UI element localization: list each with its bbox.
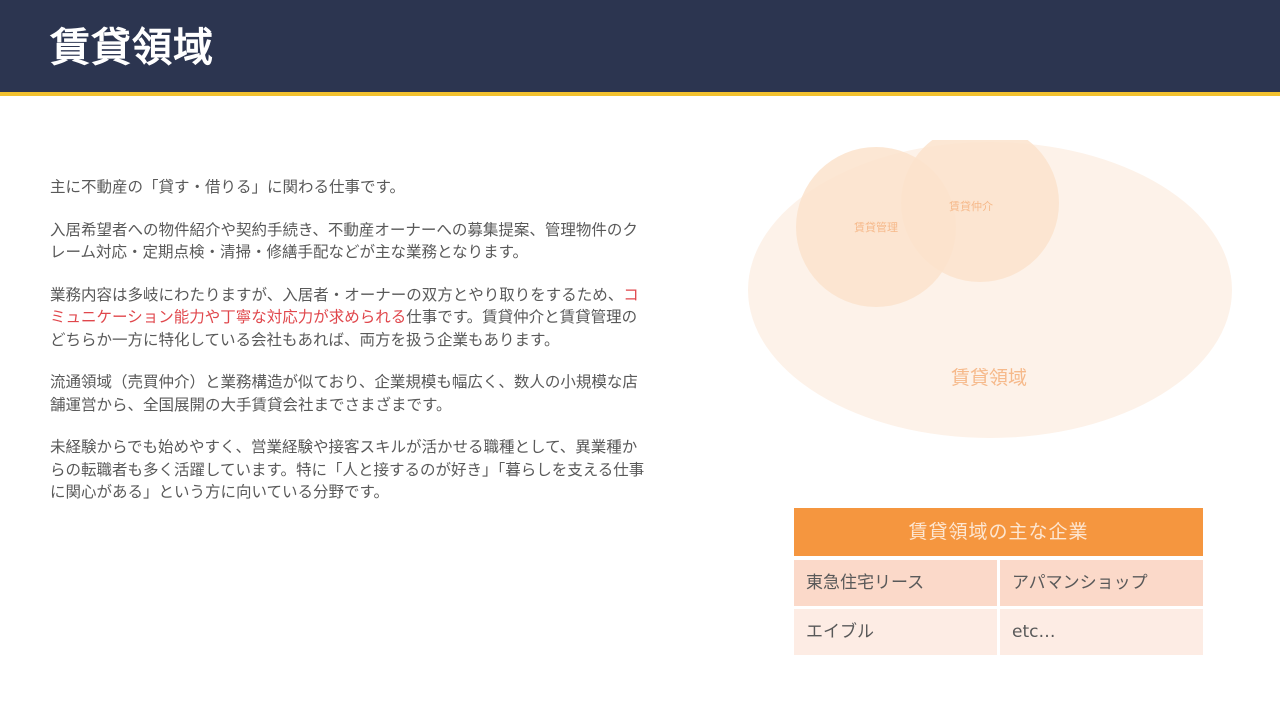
title-bar: 賃貸領域 xyxy=(0,0,1280,92)
company-cell: etc… xyxy=(1000,609,1203,655)
paragraph-intro-text: 主に不動産の「貸す・借りる」に関わる仕事です。 xyxy=(50,178,405,196)
major-companies-table: 賃貸領域の主な企業 東急住宅リース アパマンショップ エイブル etc… xyxy=(794,508,1203,658)
rental-domain-label: 賃貸領域 xyxy=(951,367,1027,389)
rental-domain-venn-diagram: 賃貸管理 賃貸仲介 賃貸領域 xyxy=(748,140,1232,438)
paragraph-intro: 主に不動産の「貸す・借りる」に関わる仕事です。 xyxy=(50,176,650,199)
paragraph-industry: 流通領域（売買仲介）と業務構造が似ており、企業規模も幅広く、数人の小規模な店舗運… xyxy=(50,371,650,416)
paragraph-duties: 入居希望者への物件紹介や契約手続き、不動産オーナーへの募集提案、管理物件のクレー… xyxy=(50,219,650,264)
paragraph-skills-text-start: 業務内容は多岐にわたりますが、入居者・オーナーの双方とやり取りをするため、 xyxy=(50,285,624,304)
paragraph-career: 未経験からでも始めやすく、営業経験や接客スキルが活かせる職種として、異業種からの… xyxy=(50,436,650,504)
table-row: 東急住宅リース アパマンショップ xyxy=(794,560,1203,606)
title-underline xyxy=(0,92,1280,96)
rental-management-label: 賃貸管理 xyxy=(854,220,898,234)
table-row: エイブル etc… xyxy=(794,609,1203,655)
company-cell: エイブル xyxy=(794,609,997,655)
paragraph-duties-text: 入居希望者への物件紹介や契約手続き、不動産オーナーへの募集提案、管理物件のクレー… xyxy=(50,220,638,262)
paragraph-skills: 業務内容は多岐にわたりますが、入居者・オーナーの双方とやり取りをするため、コミュ… xyxy=(50,284,650,352)
page-title: 賃貸領域 xyxy=(50,25,214,71)
description-text: 主に不動産の「貸す・借りる」に関わる仕事です。 入居希望者への物件紹介や契約手続… xyxy=(50,176,650,524)
major-companies-header: 賃貸領域の主な企業 xyxy=(794,508,1203,556)
rental-brokerage-label: 賃貸仲介 xyxy=(949,199,993,213)
company-cell: 東急住宅リース xyxy=(794,560,997,606)
company-cell: アパマンショップ xyxy=(1000,560,1203,606)
paragraph-career-text: 未経験からでも始めやすく、営業経験や接客スキルが活かせる職種として、異業種からの… xyxy=(50,438,645,501)
paragraph-industry-text: 流通領域（売買仲介）と業務構造が似ており、企業規模も幅広く、数人の小規模な店舗運… xyxy=(50,373,638,414)
